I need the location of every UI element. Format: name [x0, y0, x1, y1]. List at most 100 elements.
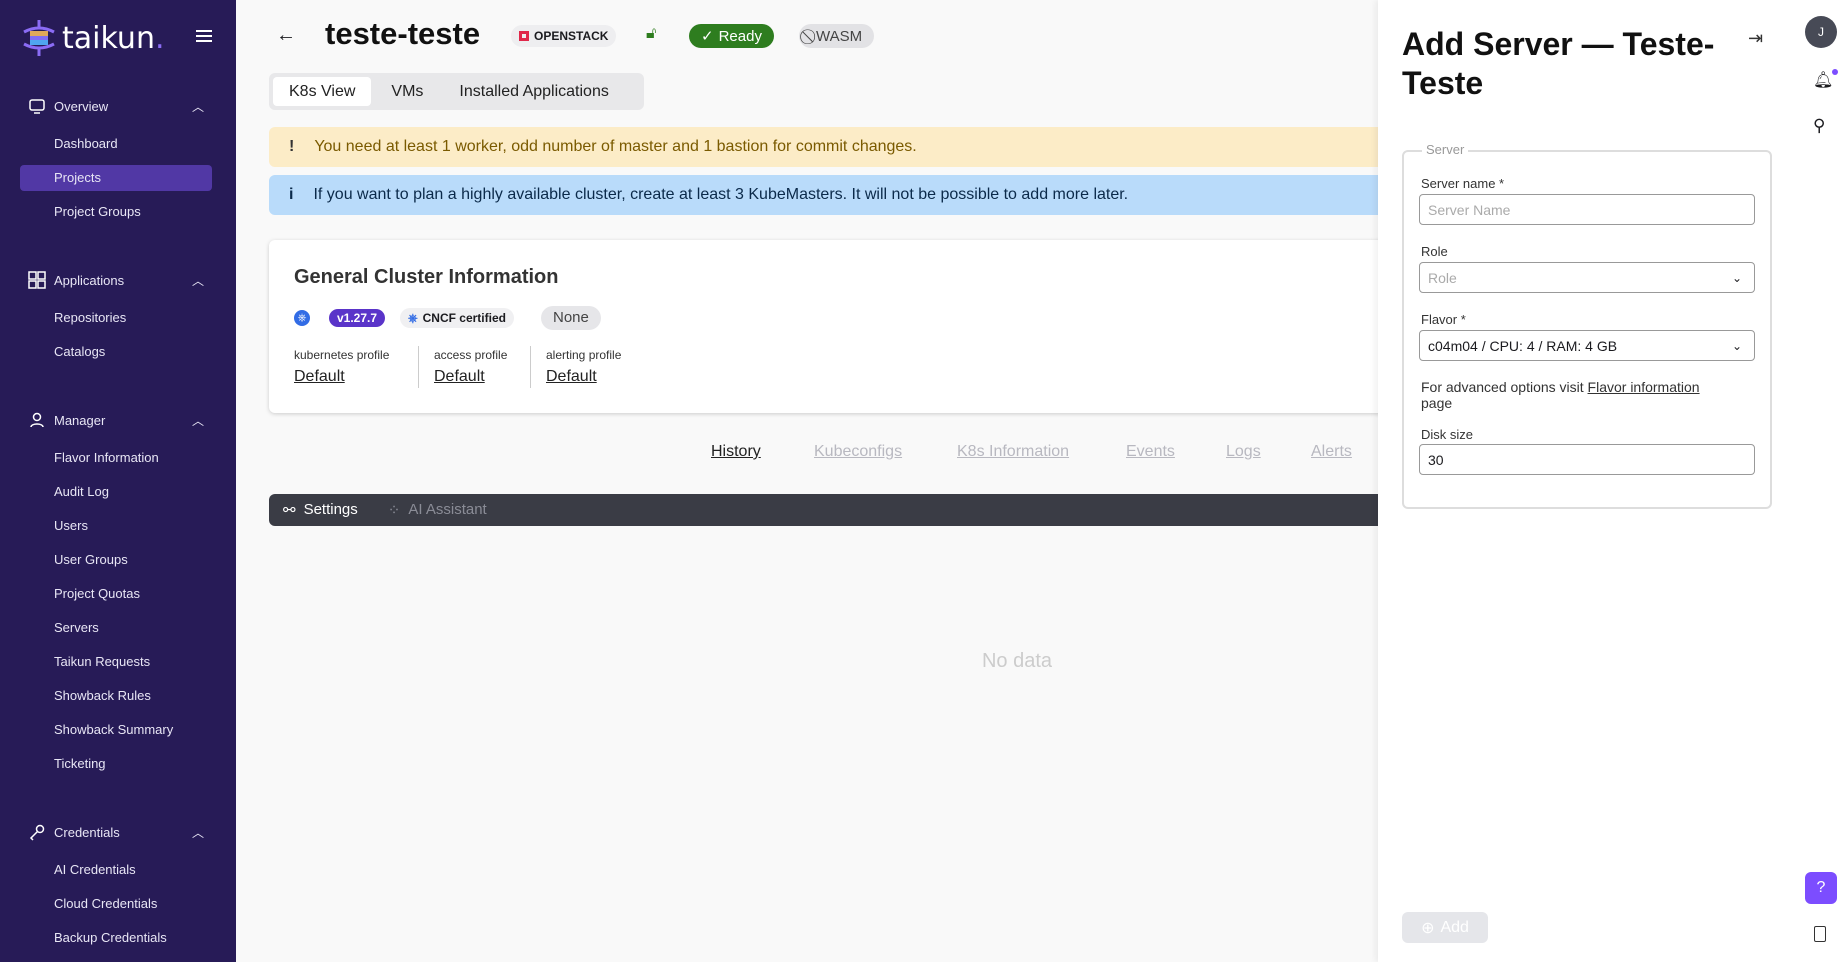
- tab-k8s-information[interactable]: K8s Information: [957, 443, 1069, 461]
- sidebar-item-ai-credentials[interactable]: AI Credentials: [20, 857, 212, 883]
- info-icon: i: [289, 186, 294, 203]
- brand-name: taikun: [62, 20, 155, 56]
- collapse-panel-icon[interactable]: ⇥: [1748, 28, 1763, 49]
- alerting-profile-link[interactable]: Default: [546, 368, 621, 386]
- warning-banner: ! You need at least 1 worker, odd number…: [269, 127, 1389, 167]
- sidebar-item-ticketing[interactable]: Ticketing: [20, 751, 212, 777]
- empty-state: No data: [981, 650, 1053, 672]
- info-text: If you want to plan a highly available c…: [313, 186, 1129, 203]
- user-icon: [30, 412, 44, 428]
- tab-kubeconfigs[interactable]: Kubeconfigs: [814, 443, 902, 461]
- sidebar-item-catalogs[interactable]: Catalogs: [20, 339, 212, 365]
- sidebar-section-overview[interactable]: Overview ︿: [28, 97, 204, 115]
- profile-label: kubernetes profile: [294, 348, 390, 362]
- add-button[interactable]: ⊕ Add: [1402, 912, 1488, 943]
- flavor-information-link[interactable]: Flavor information: [1588, 379, 1700, 395]
- settings-button[interactable]: ⚯ Settings: [283, 501, 358, 519]
- kubernetes-icon: ⎈: [408, 310, 418, 325]
- sidebar-item-flavor-information[interactable]: Flavor Information: [20, 445, 212, 471]
- openstack-icon: [519, 31, 529, 41]
- monitor-icon: [29, 99, 45, 114]
- alerting-profile: alerting profile Default: [546, 348, 621, 386]
- tab-history[interactable]: History: [711, 443, 761, 461]
- wasm-badge[interactable]: ⃠WASM: [799, 24, 875, 48]
- disk-size-value: 30: [1428, 451, 1444, 468]
- info-banner: i If you want to plan a highly available…: [269, 175, 1389, 215]
- disk-size-input[interactable]: 30: [1419, 444, 1755, 475]
- section-label: Manager: [54, 412, 106, 428]
- toolbar: ⚯ Settings ⁘ AI Assistant: [269, 494, 1389, 526]
- bell-icon[interactable]: 🔔︎: [1813, 70, 1833, 90]
- tab-alerts[interactable]: Alerts: [1311, 443, 1352, 461]
- sidebar: taikun. Overview ︿ Dashboard Projects Pro…: [0, 0, 236, 962]
- wasm-label: WASM: [816, 27, 863, 45]
- document-icon[interactable]: [1814, 926, 1826, 942]
- sidebar-item-cloud-credentials[interactable]: Cloud Credentials: [20, 891, 212, 917]
- sidebar-item-taikun-requests[interactable]: Taikun Requests: [20, 649, 212, 675]
- view-tabs: K8s View VMs Installed Applications: [269, 73, 644, 110]
- tab-events[interactable]: Events: [1126, 443, 1175, 461]
- help-icon[interactable]: ?: [1805, 872, 1837, 904]
- divider: [530, 346, 531, 388]
- tab-vms[interactable]: VMs: [375, 77, 439, 106]
- tab-k8s-view[interactable]: K8s View: [273, 77, 372, 106]
- sidebar-section-manager[interactable]: Manager ︿: [28, 411, 204, 429]
- server-fieldset: Server Server name * Server Name Role Ro…: [1402, 142, 1772, 509]
- role-label: Role: [1421, 244, 1448, 259]
- sidebar-item-dashboard[interactable]: Dashboard: [20, 131, 212, 157]
- version-badge: v1.27.7: [329, 309, 386, 327]
- key-icon: [29, 824, 45, 841]
- divider: [418, 346, 419, 388]
- section-label: Overview: [54, 98, 109, 114]
- placeholder: Server Name: [1428, 201, 1511, 218]
- check-icon: ✓: [701, 28, 714, 45]
- sidebar-item-showback-summary[interactable]: Showback Summary: [20, 717, 212, 743]
- avatar[interactable]: J: [1805, 16, 1837, 48]
- tab-installed-applications[interactable]: Installed Applications: [443, 77, 624, 106]
- hint-text: page: [1421, 395, 1453, 411]
- role-select[interactable]: Role ⌄: [1419, 262, 1755, 293]
- access-profile: access profile Default: [434, 348, 507, 386]
- sidebar-item-backup-credentials[interactable]: Backup Credentials: [20, 925, 212, 951]
- cloud-label: OPENSTACK: [534, 29, 609, 43]
- server-name-input[interactable]: Server Name: [1419, 194, 1755, 225]
- plus-circle-icon: ⊕: [1421, 919, 1435, 937]
- extra-badge: None: [541, 306, 601, 330]
- sidebar-item-repositories[interactable]: Repositories: [20, 305, 212, 331]
- sidebar-item-showback-rules[interactable]: Showback Rules: [20, 683, 212, 709]
- tab-logs[interactable]: Logs: [1226, 443, 1261, 461]
- exclamation-icon: !: [289, 138, 295, 155]
- sidebar-item-user-groups[interactable]: User Groups: [20, 547, 212, 573]
- search-icon[interactable]: ⚲: [1813, 116, 1825, 136]
- sidebar-section-credentials[interactable]: Credentials ︿: [28, 823, 204, 841]
- unlock-icon[interactable]: 🔓︎: [646, 25, 656, 43]
- sidebar-item-users[interactable]: Users: [20, 513, 212, 539]
- settings-label: Settings: [303, 501, 358, 518]
- cloud-badge: OPENSTACK: [511, 25, 617, 47]
- add-server-panel: Add Server — Teste-Teste ⇥ Server Server…: [1378, 0, 1795, 962]
- menu-toggle-icon[interactable]: [196, 30, 212, 42]
- sidebar-item-audit-log[interactable]: Audit Log: [20, 479, 212, 505]
- warning-text: You need at least 1 worker, odd number o…: [314, 138, 917, 155]
- hint-text: For advanced options visit: [1421, 379, 1588, 395]
- sidebar-item-project-groups[interactable]: Project Groups: [20, 199, 212, 225]
- back-arrow-icon[interactable]: ←: [276, 24, 296, 47]
- kubernetes-profile-link[interactable]: Default: [294, 368, 389, 386]
- access-profile-link[interactable]: Default: [434, 368, 507, 386]
- flavor-select[interactable]: c04m04 / CPU: 4 / RAM: 4 GB ⌄: [1419, 330, 1755, 361]
- server-name-label: Server name *: [1421, 176, 1505, 191]
- cncf-badge: ⎈ CNCF certified: [400, 308, 514, 328]
- section-label: Applications: [54, 272, 125, 288]
- sidebar-item-servers[interactable]: Servers: [20, 615, 212, 641]
- brand-dot: .: [154, 20, 165, 56]
- sidebar-item-project-quotas[interactable]: Project Quotas: [20, 581, 212, 607]
- ai-assistant-button[interactable]: ⁘ AI Assistant: [388, 501, 487, 519]
- chevron-down-icon: ⌄: [1731, 270, 1742, 285]
- add-label: Add: [1440, 918, 1469, 936]
- fieldset-legend: Server: [1422, 142, 1469, 157]
- sidebar-item-projects[interactable]: Projects: [20, 165, 212, 191]
- logo[interactable]: taikun.: [22, 18, 165, 58]
- chevron-up-icon: ︿: [191, 825, 204, 840]
- flavor-value: c04m04 / CPU: 4 / RAM: 4 GB: [1428, 337, 1618, 354]
- sidebar-section-applications[interactable]: Applications ︿: [28, 271, 204, 289]
